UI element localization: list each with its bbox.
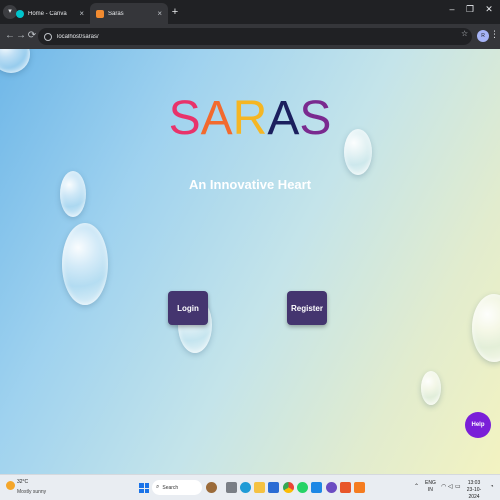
search-label: Search <box>162 484 179 491</box>
bookmark-star-icon[interactable]: ☆ <box>461 29 468 38</box>
tray-chevron-icon[interactable]: ⌃ <box>414 483 419 490</box>
tab-close-icon[interactable]: × <box>79 9 84 18</box>
language-indicator[interactable]: ENG IN <box>425 480 436 494</box>
search-icon: ⌕ <box>156 484 160 490</box>
decorative-bubble <box>472 294 500 362</box>
browser-menu-icon[interactable]: ⋮ <box>490 29 499 40</box>
site-info-icon[interactable] <box>44 32 52 41</box>
close-window-button[interactable]: ✕ <box>481 4 497 15</box>
maximize-button[interactable]: ❐ <box>462 4 478 15</box>
brand-letter: R <box>232 92 268 145</box>
tab-label: Home - Canva <box>28 10 67 17</box>
browser-tabstrip: ▾ Home - Canva × Saras × + – ❐ ✕ <box>0 0 500 24</box>
clock-date: 23-10-2024 <box>466 487 482 500</box>
git-icon[interactable] <box>340 482 351 493</box>
taskbar-search[interactable]: ⌕ Search <box>152 480 202 495</box>
address-input[interactable] <box>57 33 437 40</box>
language-code: ENG <box>425 480 436 486</box>
whatsapp-icon[interactable] <box>297 482 308 493</box>
explorer-icon[interactable] <box>226 482 237 493</box>
brand-letter: A <box>267 92 300 145</box>
vscode-icon[interactable] <box>311 482 322 493</box>
tab-label: Saras <box>108 10 124 17</box>
decorative-bubble <box>62 223 108 305</box>
chrome-icon[interactable] <box>283 482 294 493</box>
system-clock[interactable]: 13:03 23-10-2024 <box>462 480 486 500</box>
brand-letter: A <box>200 92 233 145</box>
register-button[interactable]: Register <box>287 291 327 325</box>
profile-avatar[interactable]: R <box>477 30 489 42</box>
page-subtitle: An Innovative Heart <box>188 177 312 192</box>
canva-favicon-icon <box>16 9 24 18</box>
mail-icon[interactable] <box>268 482 279 493</box>
browser-toolbar: ← → ⟳ <box>0 24 500 49</box>
saras-favicon-icon <box>96 9 104 18</box>
app-icon[interactable] <box>326 482 337 493</box>
weather-temperature[interactable]: 32°C <box>17 479 28 485</box>
address-bar[interactable] <box>38 28 472 45</box>
decorative-bubble <box>0 49 30 73</box>
help-button[interactable]: Help <box>465 412 491 438</box>
tab-home-canva[interactable]: Home - Canva × <box>10 3 90 24</box>
weather-description[interactable]: Mostly sunny <box>17 489 46 495</box>
brand-letter: S <box>168 92 201 145</box>
region-code: IN <box>427 487 433 493</box>
edge-icon[interactable] <box>240 482 251 493</box>
windows-taskbar: 32°C Mostly sunny ⌕ Search ⌃ ENG IN ◠ ◁ … <box>0 474 500 500</box>
clock-time: 13:03 <box>467 480 481 486</box>
weather-sun-icon[interactable] <box>6 481 15 490</box>
tab-close-icon[interactable]: × <box>157 9 162 18</box>
tab-saras[interactable]: Saras × <box>90 3 168 24</box>
page-viewport: SARAS An Innovative Heart Login Register… <box>0 49 500 474</box>
login-button[interactable]: Login <box>168 291 208 325</box>
xampp-icon[interactable] <box>354 482 365 493</box>
brand-letter: S <box>299 92 332 145</box>
notification-bell-icon[interactable]: ◔ <box>490 484 494 490</box>
widget-icon[interactable] <box>206 482 217 493</box>
battery-icon[interactable]: ▭ <box>455 483 461 490</box>
store-icon[interactable] <box>254 482 265 493</box>
decorative-bubble <box>421 371 441 405</box>
windows-start-icon[interactable] <box>139 483 149 493</box>
brand-title: SARAS <box>0 91 500 147</box>
wifi-icon[interactable]: ◠ <box>441 483 446 490</box>
volume-icon[interactable]: ◁ <box>448 483 453 490</box>
reload-icon[interactable]: ⟳ <box>26 30 38 42</box>
minimize-button[interactable]: – <box>444 4 460 14</box>
new-tab-button[interactable]: + <box>168 5 182 19</box>
